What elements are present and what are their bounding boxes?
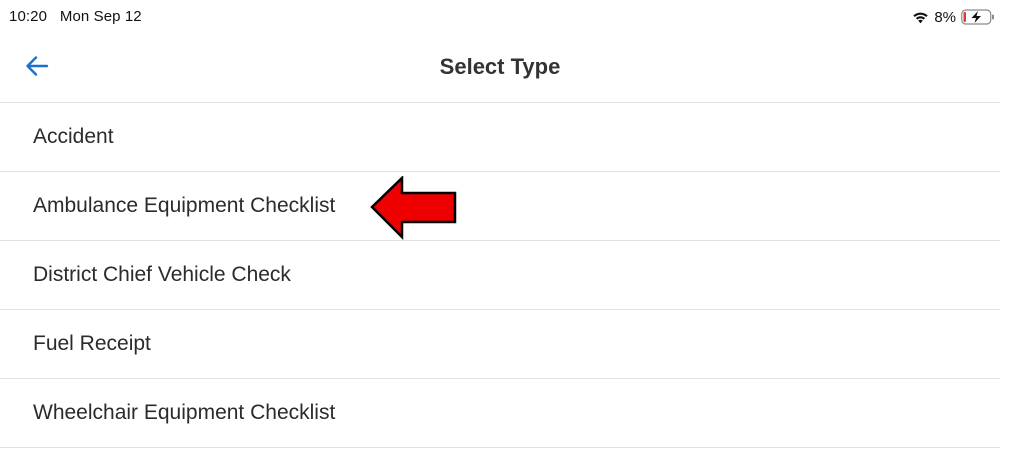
list-item-district-chief-vehicle-check[interactable]: District Chief Vehicle Check <box>0 241 1000 310</box>
list-item-label: Accident <box>33 125 114 148</box>
list-item-wheelchair-equipment-checklist[interactable]: Wheelchair Equipment Checklist <box>0 379 1000 448</box>
status-time-date: 10:20 Mon Sep 12 <box>9 8 142 25</box>
battery-percent: 8% <box>934 8 956 26</box>
red-arrow-left-icon <box>369 176 459 240</box>
list-item-accident[interactable]: Accident <box>0 103 1000 172</box>
list-item-label: Wheelchair Equipment Checklist <box>33 401 336 424</box>
list-item-ambulance-equipment-checklist[interactable]: Ambulance Equipment Checklist <box>0 172 1000 241</box>
list-item-label: Ambulance Equipment Checklist <box>33 194 336 217</box>
nav-bar: Select Type <box>0 34 1009 103</box>
status-indicators: 8% <box>912 7 995 27</box>
page-title: Select Type <box>439 54 561 79</box>
status-time: 10:20 <box>9 8 48 25</box>
list-item-label: District Chief Vehicle Check <box>33 263 291 286</box>
wifi-icon <box>912 11 929 24</box>
list-item-label: Fuel Receipt <box>33 332 151 355</box>
status-bar: 10:20 Mon Sep 12 8% <box>0 0 1009 34</box>
list-item-fuel-receipt[interactable]: Fuel Receipt <box>0 310 1000 379</box>
type-list: Accident Ambulance Equipment Checklist D… <box>0 103 1000 448</box>
status-date: Mon Sep 12 <box>59 8 142 25</box>
battery-charging-icon <box>961 9 995 25</box>
